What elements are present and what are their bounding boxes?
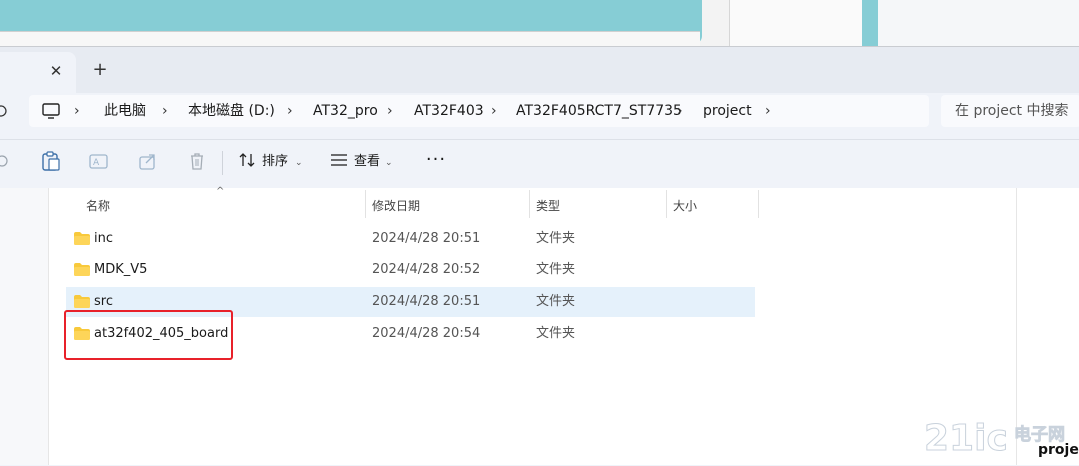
file-type: 文件夹 <box>536 326 576 341</box>
cut-icon[interactable] <box>0 150 10 172</box>
background-window-right <box>878 0 1079 46</box>
delete-icon[interactable] <box>186 150 208 172</box>
file-date: 2024/4/28 20:51 <box>372 231 481 246</box>
breadcrumb-separator[interactable]: › <box>677 95 683 127</box>
tab-bar <box>0 47 1079 93</box>
folder-icon <box>74 263 90 276</box>
breadcrumb-separator[interactable]: › <box>287 95 293 127</box>
file-name: MDK_V5 <box>94 262 148 277</box>
breadcrumb-separator[interactable]: › <box>74 95 80 127</box>
breadcrumb-separator[interactable]: › <box>491 95 497 127</box>
view-label: 查看 <box>354 154 381 169</box>
pane-divider[interactable] <box>48 188 49 465</box>
breadcrumb-separator[interactable]: › <box>162 95 168 127</box>
refresh-icon[interactable] <box>0 101 10 121</box>
background-window-white <box>729 0 863 46</box>
svg-text:A: A <box>93 158 100 168</box>
column-header-name[interactable]: 名称 <box>86 196 110 216</box>
breadcrumb-at32-pro[interactable]: AT32_pro <box>313 95 378 127</box>
file-date: 2024/4/28 20:54 <box>372 326 481 341</box>
svg-text:21ic: 21ic <box>924 418 1008 459</box>
sort-button[interactable]: 排序 ⌄ <box>239 152 303 172</box>
breadcrumb-this-pc[interactable]: 此电脑 <box>104 95 146 127</box>
rename-icon[interactable]: A <box>88 150 110 172</box>
file-name: inc <box>94 231 113 246</box>
breadcrumb-project[interactable]: project <box>703 95 752 127</box>
file-row[interactable]: MDK_V5 2024/4/28 20:52 文件夹 <box>66 255 755 285</box>
highlight-box <box>64 310 233 360</box>
background-window-teal-right <box>862 0 878 46</box>
command-bar <box>0 139 1079 188</box>
column-header-type[interactable]: 类型 <box>536 196 560 216</box>
file-row[interactable]: inc 2024/4/28 20:51 文件夹 <box>66 224 755 254</box>
folder-icon <box>74 232 90 245</box>
breadcrumb-separator[interactable]: › <box>387 95 393 127</box>
file-type: 文件夹 <box>536 262 576 277</box>
breadcrumb-drive-d[interactable]: 本地磁盘 (D:) <box>188 95 275 127</box>
column-resize-handle[interactable] <box>758 190 759 218</box>
chevron-down-icon: ⌄ <box>295 158 303 168</box>
view-button[interactable]: 查看 ⌄ <box>330 152 393 172</box>
address-breadcrumb[interactable]: › 此电脑 › 本地磁盘 (D:) › AT32_pro › AT32F403 … <box>29 95 929 127</box>
share-icon[interactable] <box>137 150 159 172</box>
chevron-down-icon: ⌄ <box>385 158 393 168</box>
search-input[interactable]: 在 project 中搜索 <box>941 95 1079 127</box>
tab-close-icon[interactable]: ✕ <box>46 61 66 81</box>
new-tab-icon[interactable]: + <box>90 60 110 80</box>
sort-ascending-icon: ^ <box>216 186 225 197</box>
folder-icon <box>74 295 90 308</box>
file-date: 2024/4/28 20:52 <box>372 262 481 277</box>
breadcrumb-separator[interactable]: › <box>765 95 771 127</box>
breadcrumb-at32f405rct7[interactable]: AT32F405RCT7_ST7735 <box>516 95 682 127</box>
sort-icon <box>239 153 255 167</box>
more-options-button[interactable]: ··· <box>424 150 448 174</box>
file-date: 2024/4/28 20:51 <box>372 294 481 309</box>
column-resize-handle[interactable] <box>666 190 667 218</box>
column-resize-handle[interactable] <box>529 190 530 218</box>
column-resize-handle[interactable] <box>365 190 366 218</box>
file-type: 文件夹 <box>536 294 576 309</box>
column-header-date[interactable]: 修改日期 <box>372 196 420 216</box>
navigation-pane[interactable] <box>0 188 48 465</box>
computer-icon[interactable] <box>41 102 61 120</box>
column-header-size[interactable]: 大小 <box>673 196 697 216</box>
paste-icon[interactable] <box>40 150 62 172</box>
truncated-label: proje <box>1038 442 1079 458</box>
breadcrumb-at32f403[interactable]: AT32F403 <box>414 95 484 127</box>
toolbar-divider <box>222 151 223 175</box>
search-placeholder: 在 project 中搜索 <box>955 103 1069 119</box>
background-window-body <box>0 31 700 46</box>
file-type: 文件夹 <box>536 231 576 246</box>
view-icon <box>331 154 347 166</box>
sort-label: 排序 <box>262 154 289 169</box>
